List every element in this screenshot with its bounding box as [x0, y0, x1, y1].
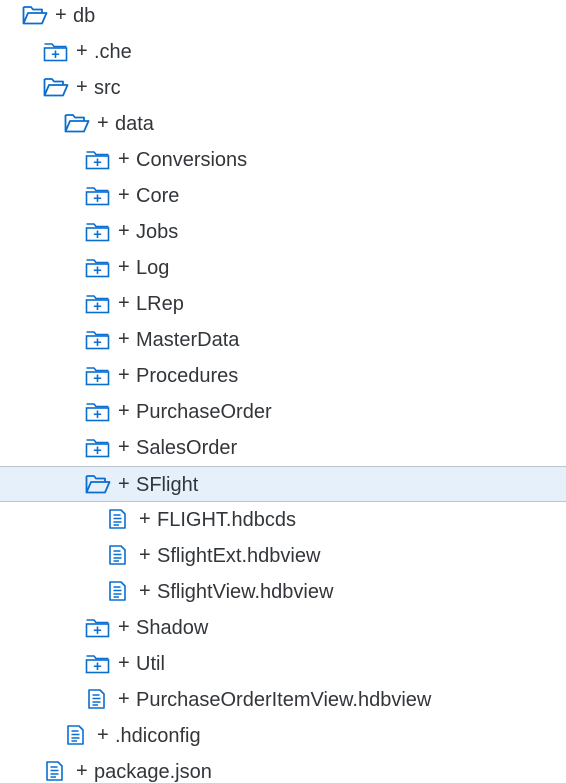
tree-item-label: SflightView.hdbview: [157, 581, 334, 603]
expander-plus[interactable]: +: [97, 111, 109, 135]
tree-item-label: data: [115, 113, 154, 135]
file-icon: [106, 580, 132, 604]
tree-item-label: db: [73, 5, 96, 27]
expander-plus[interactable]: +: [118, 255, 130, 279]
expander-plus[interactable]: +: [118, 147, 130, 171]
expander-plus[interactable]: +: [118, 615, 130, 639]
tree-item[interactable]: + PurchaseOrderItemView.hdbview: [0, 682, 566, 718]
file-tree: + db + .che + src + data + Conversions + Core + Jobs +…: [0, 0, 566, 783]
folder-closed-icon: [43, 40, 69, 64]
tree-item-label: FLIGHT.hdbcds: [157, 509, 296, 531]
file-icon: [85, 688, 111, 712]
tree-item-label: Procedures: [136, 365, 239, 387]
folder-closed-icon: [85, 220, 111, 244]
expander-plus[interactable]: +: [76, 75, 88, 99]
folder-open-icon: [85, 473, 111, 497]
tree-item[interactable]: + SflightView.hdbview: [0, 574, 566, 610]
tree-item[interactable]: + MasterData: [0, 322, 566, 358]
expander-plus[interactable]: +: [139, 579, 151, 603]
tree-item[interactable]: + PurchaseOrder: [0, 394, 566, 430]
expander-plus[interactable]: +: [139, 507, 151, 531]
tree-item[interactable]: + Conversions: [0, 142, 566, 178]
expander-plus[interactable]: +: [118, 327, 130, 351]
tree-item-label: Util: [136, 653, 165, 675]
folder-closed-icon: [85, 400, 111, 424]
tree-item[interactable]: + FLIGHT.hdbcds: [0, 502, 566, 538]
expander-plus[interactable]: +: [118, 399, 130, 423]
tree-item-label: .hdiconfig: [115, 725, 201, 747]
folder-open-icon: [43, 76, 69, 100]
expander-plus[interactable]: +: [118, 435, 130, 459]
tree-item-label: SalesOrder: [136, 437, 238, 459]
expander-plus[interactable]: +: [118, 651, 130, 675]
folder-closed-icon: [85, 256, 111, 280]
expander-plus[interactable]: +: [118, 291, 130, 315]
expander-plus[interactable]: +: [118, 472, 130, 496]
file-icon: [64, 724, 90, 748]
tree-item-label: MasterData: [136, 329, 240, 351]
folder-closed-icon: [85, 328, 111, 352]
folder-closed-icon: [85, 292, 111, 316]
expander-plus[interactable]: +: [118, 363, 130, 387]
expander-plus[interactable]: +: [118, 219, 130, 243]
tree-item-label: Log: [136, 257, 170, 279]
expander-plus[interactable]: +: [118, 687, 130, 711]
tree-item[interactable]: + data: [0, 106, 566, 142]
tree-item-label: LRep: [136, 293, 184, 315]
tree-item[interactable]: + SFlight: [0, 466, 566, 502]
file-icon: [43, 760, 69, 783]
file-icon: [106, 544, 132, 568]
tree-item[interactable]: + Shadow: [0, 610, 566, 646]
tree-item[interactable]: + SalesOrder: [0, 430, 566, 466]
folder-closed-icon: [85, 148, 111, 172]
expander-plus[interactable]: +: [76, 39, 88, 63]
tree-item[interactable]: + LRep: [0, 286, 566, 322]
folder-closed-icon: [85, 364, 111, 388]
folder-closed-icon: [85, 184, 111, 208]
tree-item-label: PurchaseOrder: [136, 401, 272, 423]
tree-item-label: package.json: [94, 761, 212, 783]
tree-item-label: SFlight: [136, 474, 199, 496]
tree-item-label: Shadow: [136, 617, 209, 639]
folder-closed-icon: [85, 652, 111, 676]
expander-plus[interactable]: +: [55, 3, 67, 27]
folder-closed-icon: [85, 436, 111, 460]
tree-item[interactable]: + package.json: [0, 754, 566, 783]
tree-item[interactable]: + db: [0, 0, 566, 34]
file-icon: [106, 508, 132, 532]
tree-item-label: Core: [136, 185, 180, 207]
tree-item[interactable]: + src: [0, 70, 566, 106]
tree-item-label: Conversions: [136, 149, 248, 171]
folder-open-icon: [22, 4, 48, 28]
tree-item[interactable]: + Jobs: [0, 214, 566, 250]
tree-item[interactable]: + Util: [0, 646, 566, 682]
tree-item[interactable]: + .che: [0, 34, 566, 70]
folder-open-icon: [64, 112, 90, 136]
tree-item-label: PurchaseOrderItemView.hdbview: [136, 689, 432, 711]
tree-item-label: .che: [94, 41, 132, 63]
tree-item[interactable]: + Log: [0, 250, 566, 286]
folder-closed-icon: [85, 616, 111, 640]
tree-item[interactable]: + Core: [0, 178, 566, 214]
tree-item-label: src: [94, 77, 121, 99]
expander-plus[interactable]: +: [97, 723, 109, 747]
tree-item[interactable]: + Procedures: [0, 358, 566, 394]
tree-item[interactable]: + .hdiconfig: [0, 718, 566, 754]
expander-plus[interactable]: +: [118, 183, 130, 207]
expander-plus[interactable]: +: [139, 543, 151, 567]
tree-item-label: SflightExt.hdbview: [157, 545, 321, 567]
tree-item-label: Jobs: [136, 221, 179, 243]
expander-plus[interactable]: +: [76, 759, 88, 783]
tree-item[interactable]: + SflightExt.hdbview: [0, 538, 566, 574]
